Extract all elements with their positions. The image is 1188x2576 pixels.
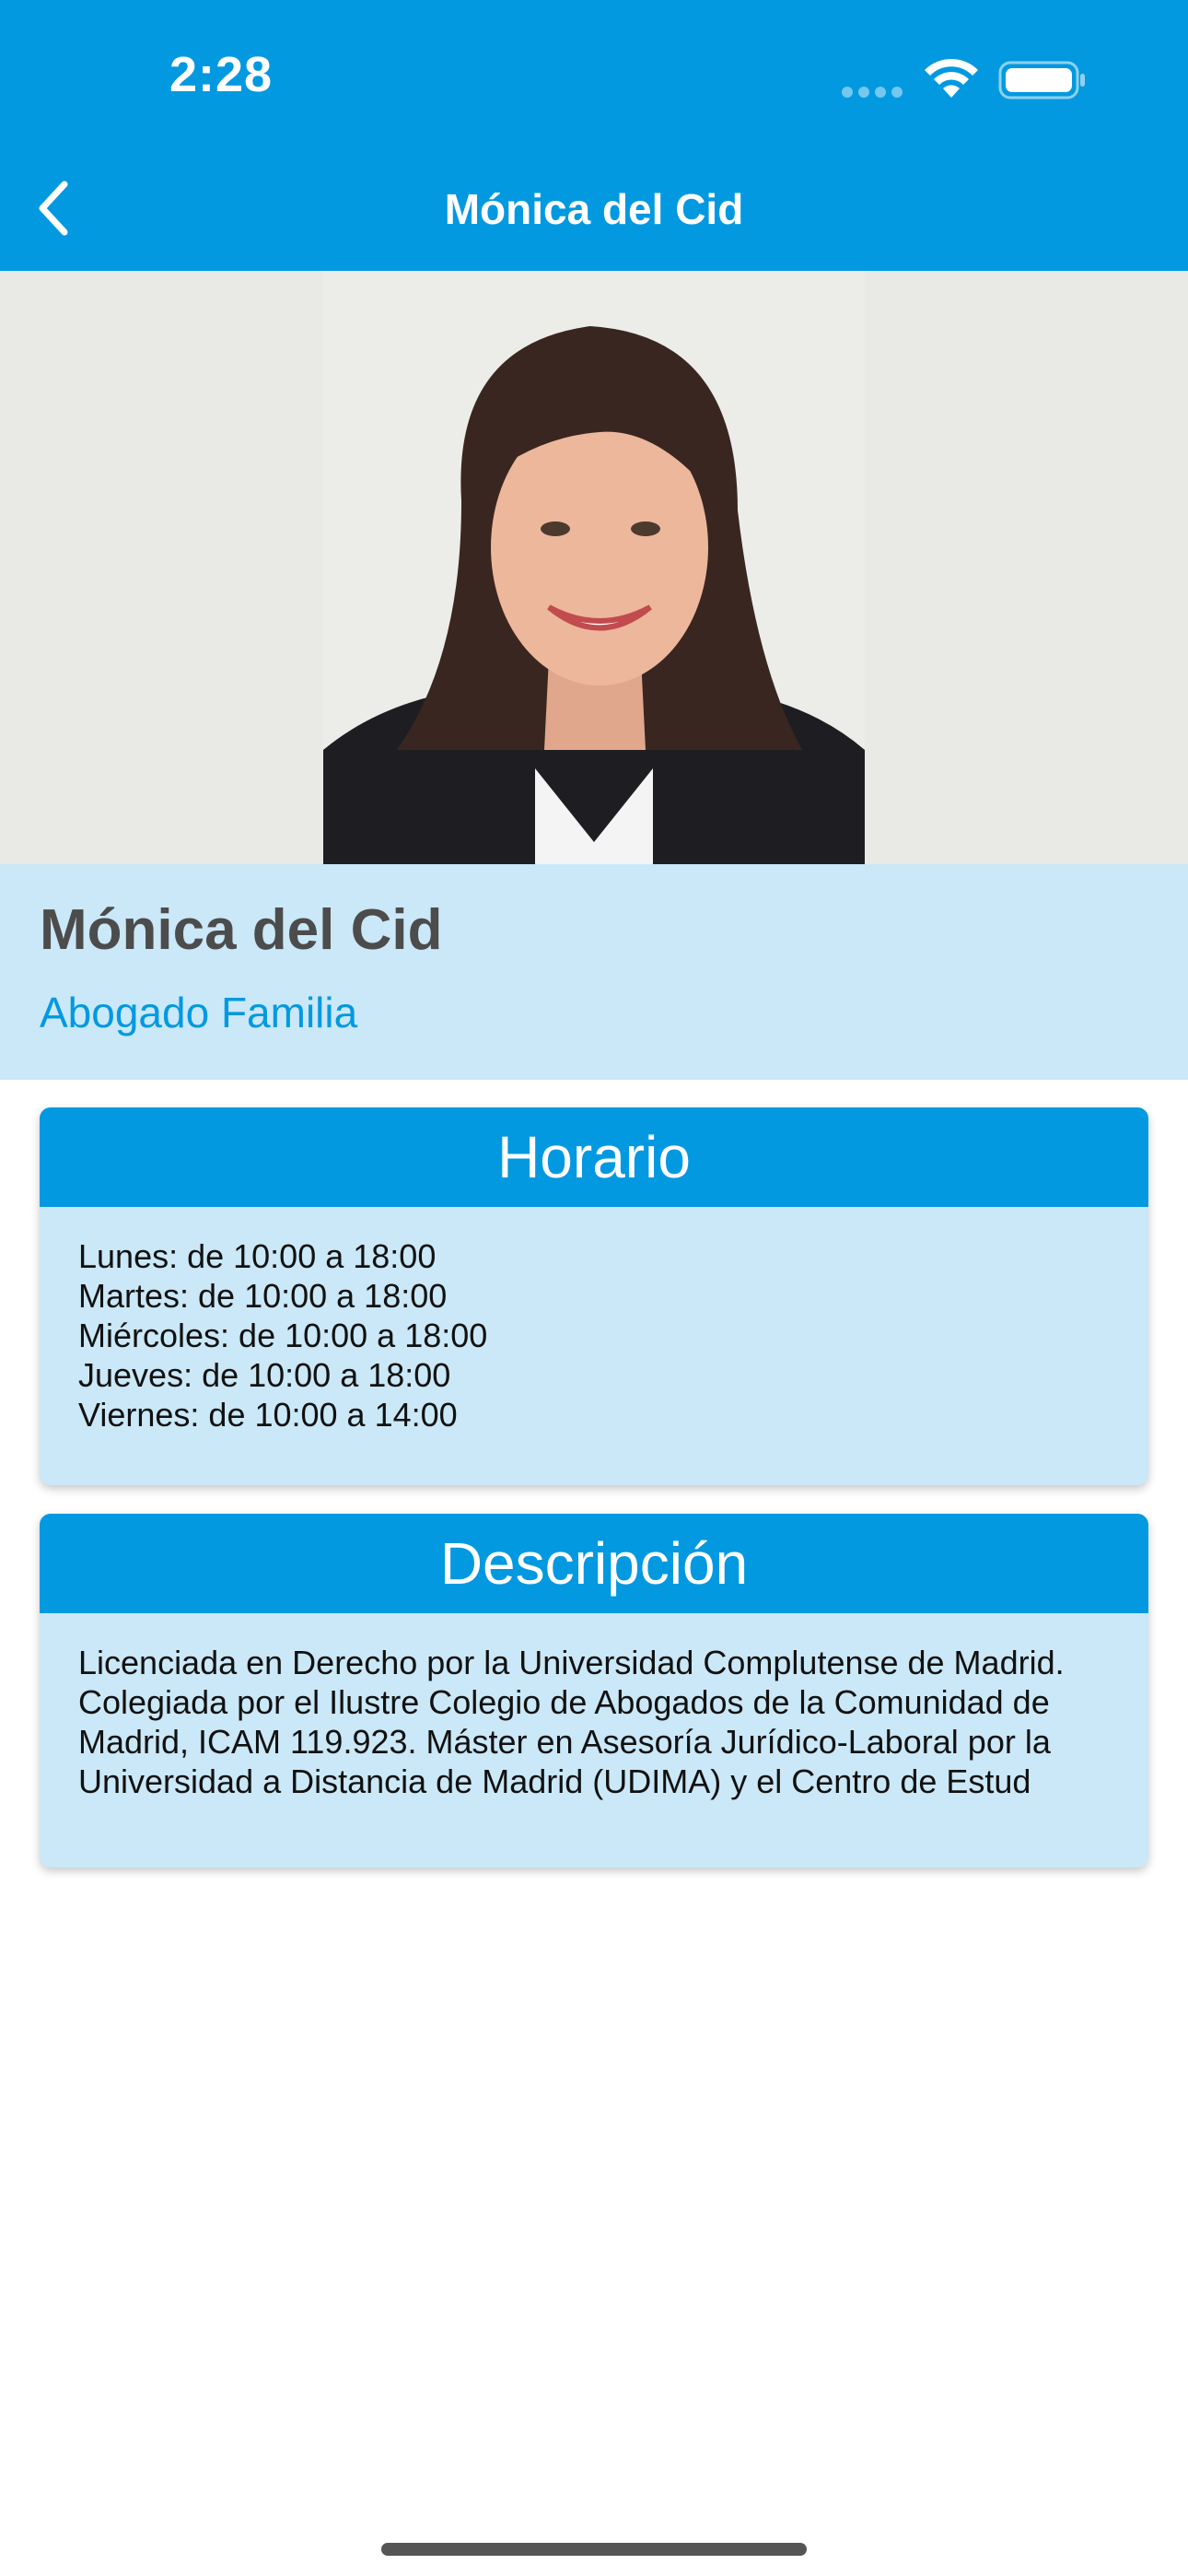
nav-title: Mónica del Cid (444, 185, 744, 233)
description-text: Licenciada en Derecho por la Universidad… (78, 1644, 1065, 1800)
description-title: Descripción (40, 1514, 1148, 1613)
home-indicator[interactable] (381, 2543, 807, 2556)
schedule-body: Lunes: de 10:00 a 18:00 Martes: de 10:00… (40, 1207, 1148, 1434)
schedule-line: Miércoles: de 10:00 a 18:00 (78, 1317, 488, 1354)
profile-role: Abogado Familia (40, 989, 358, 1036)
profile-name: Mónica del Cid (40, 898, 443, 962)
portrait-illustration (323, 271, 865, 864)
schedule-card: Horario Lunes: de 10:00 a 18:00 Martes: … (40, 1107, 1148, 1485)
wifi-icon (925, 58, 978, 98)
top-bar: 2:28 Mónica del Cid (0, 0, 1188, 271)
lawyer-detail-screen: 2:28 Mónica del Cid Mónica del Cid Aboga… (0, 0, 1188, 2576)
battery-icon (998, 61, 1085, 100)
schedule-line: Lunes: de 10:00 a 18:00 (78, 1237, 437, 1275)
schedule-line: Viernes: de 10:00 a 14:00 (78, 1396, 458, 1434)
status-time: 2:28 (169, 47, 274, 102)
profile-photo-area (0, 271, 1188, 864)
schedule-title: Horario (40, 1107, 1148, 1207)
schedule-line: Jueves: de 10:00 a 18:00 (78, 1356, 451, 1394)
schedule-line: Martes: de 10:00 a 18:00 (78, 1277, 448, 1315)
profile-photo (323, 271, 865, 864)
profile-header: Mónica del Cid Abogado Familia (0, 864, 1188, 1080)
cellular-signal-icon (842, 87, 903, 98)
description-card: Descripción Licenciada en Derecho por la… (40, 1514, 1148, 1868)
